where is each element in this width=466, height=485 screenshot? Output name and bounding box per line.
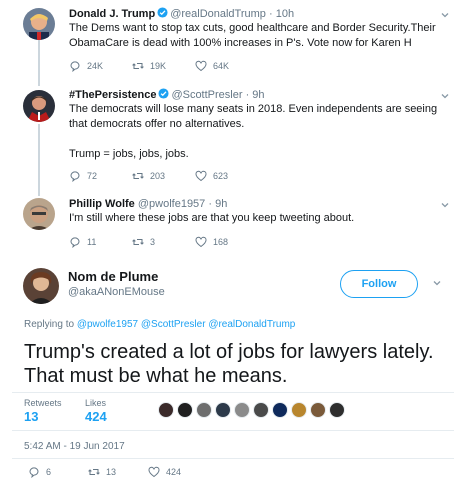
reply-button[interactable]: 11 [69,236,132,248]
avatar[interactable] [23,198,55,230]
likes-label[interactable]: Likes [85,398,106,408]
retweet-count: 203 [150,171,166,181]
replying-prefix: Replying to [24,319,75,330]
main-tweet-text: Trump's created a lot of jobs for lawyer… [24,341,434,387]
timestamp[interactable]: 9h [215,198,227,210]
like-icon [195,236,207,248]
divider [12,392,454,393]
reply-icon [29,467,39,478]
mention-link[interactable]: @pwolfe1957 [77,319,138,330]
liker-avatar[interactable] [215,402,231,418]
retweet-count: 13 [106,467,117,477]
verified-badge-icon [158,88,169,99]
reply-icon [70,237,80,248]
tweet-actions: 24K 19K 64K [69,60,258,72]
reply-count: 72 [87,171,98,181]
main-tweet-actions: 6 13 424 [28,466,208,478]
chevron-down-icon[interactable] [440,200,450,210]
tweet-text: The democrats will lose many seats in 20… [69,103,438,160]
tweet-header: Phillip Wolfe @pwolfe1957 · 9h [69,197,227,211]
display-name[interactable]: #ThePersistence [69,89,156,101]
chevron-down-icon[interactable] [440,91,450,101]
tweet-actions: 11 3 168 [69,236,258,248]
retweet-button[interactable]: 203 [132,170,195,182]
avatar[interactable] [23,90,55,122]
liker-avatar[interactable] [234,402,250,418]
like-icon [195,170,207,182]
display-name[interactable]: Donald J. Trump [69,8,155,20]
follow-button[interactable]: Follow [340,270,418,298]
main-user-handle[interactable]: @akaANonEMouse [68,286,165,298]
thread-tweet[interactable]: Phillip Wolfe @pwolfe1957 · 9h I'm still… [0,192,466,254]
retweet-button[interactable]: 13 [88,466,148,478]
mention-link[interactable]: @ScottPresler [141,319,206,330]
retweet-count: 3 [150,237,156,247]
thread-tweet[interactable]: #ThePersistence @ScottPresler · 9h The de… [0,84,466,192]
chevron-down-icon[interactable] [440,10,450,20]
liker-avatar[interactable] [291,402,307,418]
like-button[interactable]: 424 [148,466,208,478]
likes-count[interactable]: 424 [85,409,107,424]
reply-button[interactable]: 24K [69,60,132,72]
verified-badge-icon [157,7,168,18]
liker-avatar[interactable] [253,402,269,418]
liker-avatar[interactable] [177,402,193,418]
like-icon [148,466,160,478]
liker-avatars [158,402,348,418]
reply-button[interactable]: 6 [28,466,88,478]
chevron-down-icon[interactable] [432,278,442,288]
reply-button[interactable]: 72 [69,170,132,182]
reply-icon [70,171,80,182]
divider [12,458,454,459]
main-display-name[interactable]: Nom de Plume [68,269,158,284]
user-handle[interactable]: @realDonaldTrump [170,8,266,20]
user-handle[interactable]: @ScottPresler [171,89,242,101]
like-count: 64K [213,61,230,71]
replying-to: Replying to @pwolfe1957 @ScottPresler @r… [24,319,295,330]
display-name[interactable]: Phillip Wolfe [69,198,135,210]
reply-count: 6 [46,467,52,477]
reply-count: 11 [87,237,97,247]
like-count: 168 [213,237,229,247]
liker-avatar[interactable] [310,402,326,418]
retweet-icon [132,173,144,179]
tweet-text: I'm still where these jobs are that you … [69,212,355,224]
timestamp[interactable]: 9h [252,89,264,101]
retweet-icon [132,63,144,69]
like-count: 623 [213,171,229,181]
retweets-label[interactable]: Retweets [24,398,62,408]
avatar[interactable] [23,8,55,40]
mention-link[interactable]: @realDonaldTrump [208,319,295,330]
separator-dot: · [205,198,216,210]
retweet-icon [88,469,100,475]
tweet-actions: 72 203 623 [69,170,258,182]
tweet-text: The Dems want to stop tax cuts, good hea… [69,22,439,49]
liker-avatar[interactable] [158,402,174,418]
like-count: 424 [166,467,182,477]
user-handle[interactable]: @pwolfe1957 [138,198,205,210]
reply-count: 24K [87,61,104,71]
retweets-count[interactable]: 13 [24,409,38,424]
tweet-date[interactable]: 5:42 AM - 19 Jun 2017 [24,441,125,452]
retweet-button[interactable]: 3 [132,236,195,248]
tweet-header: Donald J. Trump @realDonaldTrump · 10h [69,7,294,21]
main-avatar[interactable] [23,268,59,304]
separator-dot: · [242,89,253,101]
retweet-icon [132,239,144,245]
like-icon [195,60,207,72]
liker-avatar[interactable] [272,402,288,418]
like-button[interactable]: 623 [195,170,258,182]
liker-avatar[interactable] [329,402,345,418]
liker-avatar[interactable] [196,402,212,418]
like-button[interactable]: 168 [195,236,258,248]
like-button[interactable]: 64K [195,60,258,72]
thread-tweet[interactable]: Donald J. Trump @realDonaldTrump · 10h Th… [0,0,466,84]
timestamp[interactable]: 10h [276,8,294,20]
retweet-count: 19K [150,61,167,71]
retweet-button[interactable]: 19K [132,60,195,72]
tweet-header: #ThePersistence @ScottPresler · 9h [69,88,265,102]
separator-dot: · [265,8,276,20]
divider [12,430,454,431]
reply-icon [70,61,80,72]
